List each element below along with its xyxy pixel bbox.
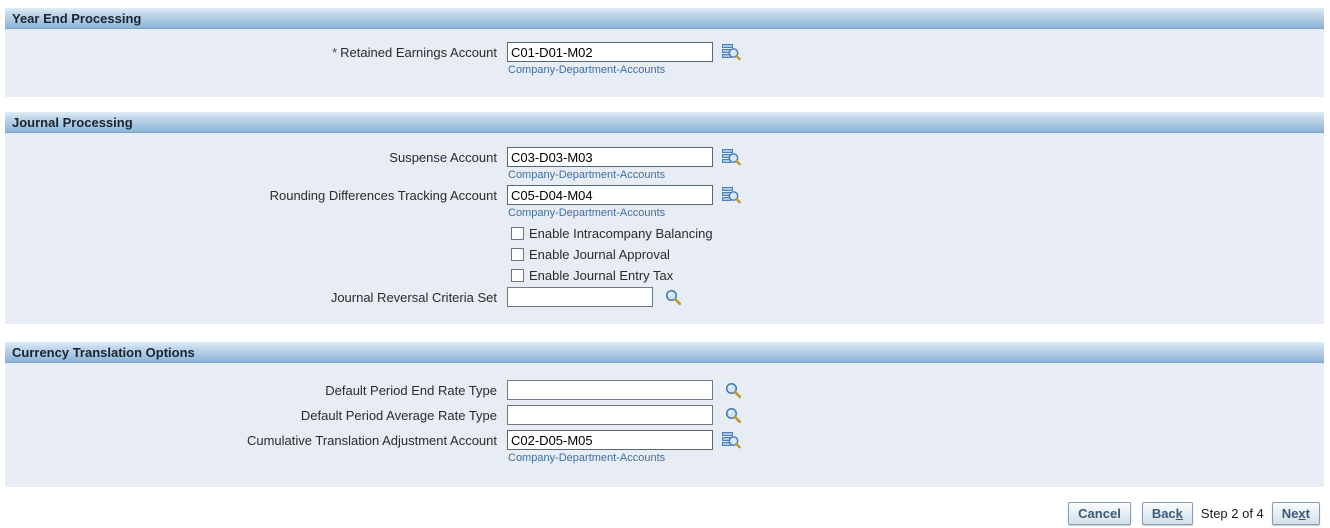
flexfield-lov-icon[interactable] [722,148,741,166]
section-year-end-processing: Year End Processing *Retained Earnings A… [5,8,1324,97]
field-row-period-end-rate-type: Default Period End Rate Type [5,380,1324,400]
wizard-footer: Cancel Back Step 2 of 4 Next [0,502,1320,525]
magnifier-lov-icon[interactable] [725,382,742,399]
section-currency-translation-options: Currency Translation Options Default Per… [5,342,1324,487]
rounding-differences-label: Rounding Differences Tracking Account [5,185,497,203]
checkbox-label: Enable Journal Approval [529,247,670,262]
checkbox-label: Enable Journal Entry Tax [529,268,673,283]
flexfield-lov-icon[interactable] [722,186,741,204]
section-journal-processing: Journal Processing Suspense Account Comp… [5,112,1324,324]
retained-earnings-label: *Retained Earnings Account [5,42,497,60]
cancel-button[interactable]: Cancel [1068,502,1131,525]
default-period-end-rate-type-input[interactable] [507,380,713,400]
flexfield-structure-hint: Company-Department-Accounts [508,64,741,76]
flexfield-lov-icon[interactable] [722,431,741,449]
flexfield-structure-hint: Company-Department-Accounts [508,169,741,181]
enable-journal-entry-tax-checkbox[interactable] [511,269,524,282]
flexfield-structure-hint: Company-Department-Accounts [508,207,741,219]
section-title-journal-processing: Journal Processing [5,112,1324,133]
section-title-year-end-processing: Year End Processing [5,8,1324,29]
section-title-currency-translation-options: Currency Translation Options [5,342,1324,363]
field-row-suspense-account: Suspense Account Company-Department-Acco… [5,147,1324,185]
cumulative-translation-adjustment-label: Cumulative Translation Adjustment Accoun… [5,430,497,448]
enable-journal-approval-checkbox[interactable] [511,248,524,261]
default-period-end-rate-type-label: Default Period End Rate Type [5,380,497,398]
next-button[interactable]: Next [1272,502,1320,525]
section-body-year-end-processing: *Retained Earnings Account Company-Depar… [5,29,1324,97]
rounding-differences-account-input[interactable] [507,185,713,205]
flexfield-lov-icon[interactable] [722,43,741,61]
checkbox-group: Enable Intracompany Balancing Enable Jou… [5,223,1324,286]
journal-reversal-criteria-set-input[interactable] [507,287,653,307]
flexfield-structure-hint: Company-Department-Accounts [508,452,741,464]
field-row-cumulative-translation-adjustment: Cumulative Translation Adjustment Accoun… [5,430,1324,468]
magnifier-lov-icon[interactable] [725,407,742,424]
checkbox-row-enable-intracompany-balancing[interactable]: Enable Intracompany Balancing [511,223,713,244]
suspense-account-input[interactable] [507,147,713,167]
step-indicator: Step 2 of 4 [1193,506,1272,521]
section-body-currency-translation-options: Default Period End Rate Type Default Per… [5,363,1324,487]
checkbox-row-enable-journal-entry-tax[interactable]: Enable Journal Entry Tax [511,265,713,286]
section-body-journal-processing: Suspense Account Company-Department-Acco… [5,133,1324,324]
journal-reversal-criteria-set-label: Journal Reversal Criteria Set [5,287,497,305]
checkbox-row-enable-journal-approval[interactable]: Enable Journal Approval [511,244,713,265]
retained-earnings-account-input[interactable] [507,42,713,62]
suspense-account-label: Suspense Account [5,147,497,165]
required-indicator: * [332,45,337,60]
field-row-period-average-rate-type: Default Period Average Rate Type [5,405,1324,425]
checkbox-label: Enable Intracompany Balancing [529,226,713,241]
field-row-retained-earnings: *Retained Earnings Account Company-Depar… [5,42,1324,80]
field-row-journal-reversal: Journal Reversal Criteria Set [5,287,1324,307]
cumulative-translation-adjustment-account-input[interactable] [507,430,713,450]
default-period-average-rate-type-label: Default Period Average Rate Type [5,405,497,423]
default-period-average-rate-type-input[interactable] [507,405,713,425]
back-button[interactable]: Back [1142,502,1193,525]
magnifier-lov-icon[interactable] [665,289,682,306]
field-row-rounding-differences: Rounding Differences Tracking Account Co… [5,185,1324,223]
enable-intracompany-balancing-checkbox[interactable] [511,227,524,240]
